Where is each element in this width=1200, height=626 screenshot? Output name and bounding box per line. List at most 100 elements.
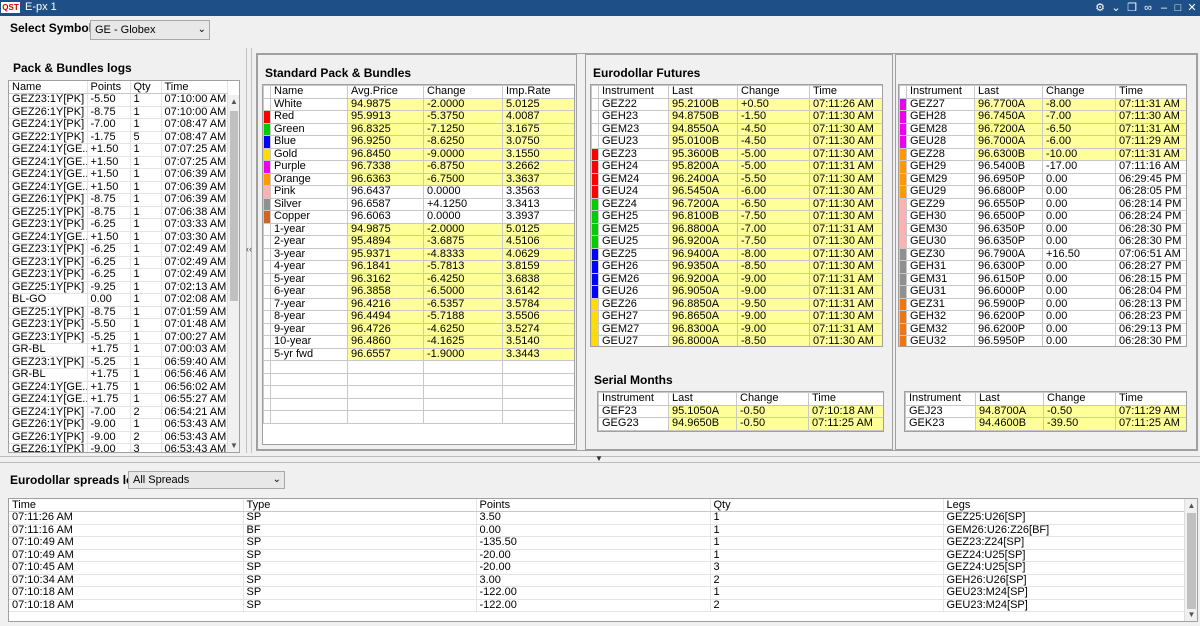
table-row[interactable]: GEU28 96.7000A -6.00 07:11:29 AM: [899, 135, 1186, 149]
table-row[interactable]: GEU29 96.6800P 0.00 06:28:05 PM: [899, 185, 1186, 199]
column-header[interactable]: Time: [161, 81, 228, 94]
scroll-down-icon[interactable]: ▼: [1185, 610, 1197, 620]
table-row[interactable]: GEH29 96.5400B -17.00 07:11:16 AM: [899, 160, 1186, 174]
table-row[interactable]: GEU27 96.8000A -8.50 07:11:30 AM: [591, 335, 882, 346]
table-row[interactable]: GEZ25:1Y[PK] -8.75 1 07:06:38 AM: [9, 206, 228, 219]
table-row[interactable]: Silver 96.6587 +4.1250 3.3413: [263, 197, 574, 211]
table-row[interactable]: 07:10:18 AM SP -122.00 2 GEU23:M24[SP]: [9, 599, 1185, 612]
table-row[interactable]: GEM24 96.2400A -5.50 07:11:30 AM: [591, 172, 882, 186]
table-row[interactable]: BL-GO 0.00 1 07:02:08 AM: [9, 293, 228, 307]
table-row[interactable]: 5-yr fwd 96.6557 -1.9000 3.3443: [263, 347, 574, 361]
table-row[interactable]: GEZ27 96.7700A -8.00 07:11:31 AM: [899, 97, 1186, 111]
table-row[interactable]: GEZ23 95.3600B -5.00 07:11:30 AM: [591, 147, 882, 161]
table-row[interactable]: GEH23 94.8750B -1.50 07:11:30 AM: [591, 110, 882, 124]
serial-right-grid[interactable]: Instrument Last Change Time GEJ23 94.8700A -0…: [904, 391, 1187, 432]
packs-grid[interactable]: Name Avg.Price Change Imp.Rate White 94.9875…: [262, 84, 575, 445]
column-header[interactable]: Last: [668, 392, 737, 406]
table-row[interactable]: GEZ26:1Y[PK] -8.75 1 07:10:00 AM: [9, 106, 228, 119]
column-header[interactable]: Time: [809, 85, 882, 99]
table-row[interactable]: 7-year 96.4216 -6.5357 3.5784: [263, 297, 574, 311]
column-header[interactable]: Change: [737, 85, 810, 99]
table-row[interactable]: 07:10:45 AM SP -20.00 3 GEZ24:U25[SP]: [9, 561, 1185, 575]
table-row[interactable]: GEZ23:1Y[PK] -6.25 1 07:02:49 AM: [9, 256, 228, 269]
futures-right-grid[interactable]: Instrument Last Change Time GEZ27 96.7700A -8…: [898, 84, 1187, 347]
column-header[interactable]: Legs: [943, 499, 1185, 512]
table-row[interactable]: 5-year 96.3162 -6.4250 3.6838: [263, 272, 574, 286]
table-row[interactable]: GEG23 94.9650B -0.50 07:11:25 AM: [598, 417, 883, 431]
table-row[interactable]: GEZ25 96.9400A -8.00 07:11:30 AM: [591, 247, 882, 261]
table-row[interactable]: GEZ24:1Y[GE... +1.50 1 07:07:25 AM: [9, 156, 228, 169]
table-row[interactable]: GEH27 96.8650A -9.00 07:11:30 AM: [591, 310, 882, 324]
table-row[interactable]: Purple 96.7338 -6.8750 3.2662: [263, 160, 574, 174]
horizontal-splitter[interactable]: ▼: [0, 454, 1200, 463]
table-row[interactable]: GEZ24 96.7200A -6.50 07:11:30 AM: [591, 197, 882, 211]
restore-icon[interactable]: ❐: [1124, 0, 1140, 16]
table-row[interactable]: 07:10:49 AM SP -20.00 1 GEZ24:U25[SP]: [9, 549, 1185, 562]
table-row[interactable]: Orange 96.6363 -6.7500 3.3637: [263, 172, 574, 186]
column-header[interactable]: Time: [1115, 85, 1186, 99]
collapse-down-icon[interactable]: ▼: [595, 454, 603, 463]
table-row[interactable]: 2-year 95.4894 -3.6875 4.5106: [263, 235, 574, 249]
spreads-filter-select[interactable]: All Spreads ⌄: [128, 471, 285, 489]
serial-grid[interactable]: Instrument Last Change Time GEF23 95.1050A -0…: [597, 391, 884, 432]
table-row[interactable]: GEZ24:1Y[PK] -7.00 1 07:08:47 AM: [9, 118, 228, 132]
table-row[interactable]: Pink 96.6437 0.0000 3.3563: [263, 185, 574, 199]
column-header[interactable]: Time: [9, 499, 244, 512]
column-header[interactable]: Qty: [130, 81, 162, 94]
table-row[interactable]: GEZ23:1Y[PK] -5.25 1 07:00:27 AM: [9, 331, 228, 344]
table-row[interactable]: 07:11:16 AM BF 0.00 1 GEM26:U26:Z26[BF]: [9, 524, 1185, 537]
futures-grid[interactable]: Instrument Last Change Time GEZ22 95.2100B +0…: [590, 84, 883, 347]
table-row[interactable]: GEM25 96.8800A -7.00 07:11:31 AM: [591, 222, 882, 236]
column-header[interactable]: Instrument: [598, 85, 669, 99]
column-header[interactable]: Points: [476, 499, 711, 512]
column-header[interactable]: Instrument: [598, 392, 669, 406]
table-row[interactable]: GEZ24:1Y[GE... +1.50 1 07:06:39 AM: [9, 181, 228, 194]
vertical-splitter[interactable]: ‹‹: [246, 48, 252, 453]
table-row[interactable]: GEF23 95.1050A -0.50 07:10:18 AM: [598, 404, 883, 418]
column-header[interactable]: Type: [243, 499, 477, 512]
column-header[interactable]: Instrument: [905, 392, 976, 406]
table-row[interactable]: 9-year 96.4726 -4.6250 3.5274: [263, 322, 574, 336]
table-row[interactable]: GEU23 95.0100B -4.50 07:11:30 AM: [591, 135, 882, 149]
column-header[interactable]: Time: [808, 392, 883, 406]
column-header[interactable]: Change: [423, 85, 503, 99]
table-row[interactable]: 07:10:49 AM SP -135.50 1 GEZ23:Z24[SP]: [9, 536, 1185, 550]
table-row[interactable]: GR-BL +1.75 1 06:56:46 AM: [9, 368, 228, 382]
symbol-select[interactable]: GE - Globex ⌄: [90, 20, 210, 40]
table-row[interactable]: GEZ26:1Y[PK] -9.00 2 06:53:43 AM: [9, 431, 228, 444]
column-header[interactable]: Change: [1042, 85, 1116, 99]
table-row[interactable]: GEZ24:1Y[GE... +1.50 1 07:06:39 AM: [9, 168, 228, 182]
table-row[interactable]: 07:10:34 AM SP 3.00 2 GEH26:U26[SP]: [9, 574, 1185, 587]
table-row[interactable]: 8-year 96.4494 -5.7188 3.5506: [263, 310, 574, 324]
table-row[interactable]: GEZ25:1Y[PK] -9.25 1 07:02:13 AM: [9, 281, 228, 294]
column-header[interactable]: Time: [1115, 392, 1186, 406]
table-row[interactable]: GEH24 95.8200A -5.00 07:11:31 AM: [591, 160, 882, 174]
table-row[interactable]: GEZ26:1Y[PK] -9.00 1 06:53:43 AM: [9, 418, 228, 432]
table-row[interactable]: GEU31 96.6000P 0.00 06:28:04 PM: [899, 285, 1186, 299]
table-row[interactable]: Green 96.8325 -7.1250 3.1675: [263, 122, 574, 136]
table-row[interactable]: White 94.9875 -2.0000 5.0125: [263, 97, 574, 111]
table-row[interactable]: GEZ26 96.8850A -9.50 07:11:31 AM: [591, 297, 882, 311]
table-row[interactable]: GEH32 96.6200P 0.00 06:28:23 PM: [899, 310, 1186, 324]
scroll-up-icon[interactable]: ▲: [1185, 501, 1197, 511]
table-row[interactable]: GEH30 96.6500P 0.00 06:28:24 PM: [899, 210, 1186, 224]
column-header[interactable]: Imp.Rate: [502, 85, 574, 99]
table-row[interactable]: GEZ31 96.5900P 0.00 06:28:13 PM: [899, 297, 1186, 311]
table-row[interactable]: GEM29 96.6950P 0.00 06:29:45 PM: [899, 172, 1186, 186]
column-header[interactable]: Name: [9, 81, 88, 94]
column-header[interactable]: Last: [974, 85, 1043, 99]
table-row[interactable]: GEH25 96.8100B -7.50 07:11:30 AM: [591, 210, 882, 224]
table-row[interactable]: GEH31 96.6300P 0.00 06:28:27 PM: [899, 260, 1186, 274]
table-row[interactable]: 4-year 96.1841 -5.7813 3.8159: [263, 260, 574, 274]
table-row[interactable]: GEM32 96.6200P 0.00 06:29:13 PM: [899, 322, 1186, 336]
table-row[interactable]: GEH28 96.7450A -7.00 07:11:30 AM: [899, 110, 1186, 124]
column-header[interactable]: Qty: [710, 499, 944, 512]
table-row[interactable]: 07:11:26 AM SP 3.50 1 GEZ25:U26[SP]: [9, 511, 1185, 525]
table-row[interactable]: GEM23 94.8550A -4.50 07:11:30 AM: [591, 122, 882, 136]
scroll-thumb[interactable]: [230, 111, 238, 301]
spreads-scrollbar[interactable]: ▲ ▼: [1184, 499, 1197, 621]
column-header[interactable]: Change: [736, 392, 809, 406]
table-row[interactable]: Blue 96.9250 -8.6250 3.0750: [263, 135, 574, 149]
table-row[interactable]: GEU24 96.5450A -6.00 07:11:30 AM: [591, 185, 882, 199]
table-row[interactable]: Gold 96.8450 -9.0000 3.1550: [263, 147, 574, 161]
